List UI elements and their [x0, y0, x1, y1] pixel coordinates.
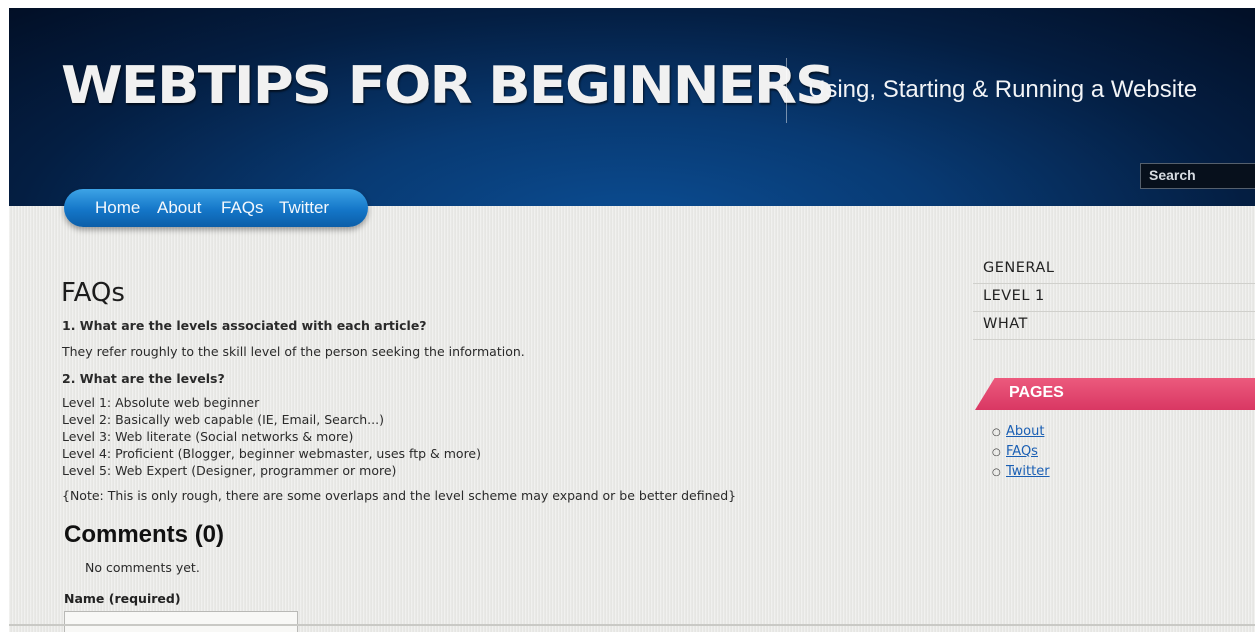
page-bottom-border	[9, 624, 1255, 626]
level-item: Level 2: Basically web capable (IE, Emai…	[62, 412, 384, 427]
pages-widget-header: PAGES	[975, 378, 1255, 410]
faq-note: {Note: This is only rough, there are som…	[62, 488, 737, 503]
site-header: WEBTIPS FOR BEGINNERS Using, Starting & …	[9, 8, 1255, 206]
pages-list: ○ About ○ FAQs ○ Twitter	[992, 424, 1050, 484]
faq-question-2: 2. What are the levels?	[62, 371, 225, 386]
no-comments-text: No comments yet.	[85, 560, 200, 575]
pages-widget-title: PAGES	[1009, 384, 1064, 401]
category-item-what[interactable]: WHAT	[973, 312, 1255, 340]
page-link-faqs[interactable]: FAQs	[1006, 444, 1038, 459]
pages-list-item: ○ Twitter	[992, 464, 1050, 484]
circle-bullet-icon: ○	[992, 467, 1001, 478]
nav-item-about[interactable]: About	[157, 198, 201, 218]
category-item-level-1[interactable]: LEVEL 1	[973, 284, 1255, 312]
main-nav: Home About FAQs Twitter	[64, 189, 368, 227]
level-item: Level 5: Web Expert (Designer, programme…	[62, 463, 397, 478]
header-divider	[786, 58, 787, 123]
level-item: Level 1: Absolute web beginner	[62, 395, 260, 410]
level-item: Level 3: Web literate (Social networks &…	[62, 429, 354, 444]
pages-list-item: ○ FAQs	[992, 444, 1050, 464]
page-link-about[interactable]: About	[1006, 424, 1044, 439]
nav-item-faqs[interactable]: FAQs	[221, 198, 264, 218]
page-link-twitter[interactable]: Twitter	[1006, 464, 1050, 479]
name-field-label: Name (required)	[64, 591, 181, 606]
nav-item-twitter[interactable]: Twitter	[279, 198, 329, 218]
pages-list-item: ○ About	[992, 424, 1050, 444]
faq-question-1: 1. What are the levels associated with e…	[62, 318, 427, 333]
sidebar-categories: GENERAL LEVEL 1 WHAT	[973, 256, 1255, 340]
search-input[interactable]: Search	[1140, 163, 1255, 189]
site-logo[interactable]: WEBTIPS FOR BEGINNERS	[61, 56, 835, 116]
level-item: Level 4: Proficient (Blogger, beginner w…	[62, 446, 481, 461]
nav-item-home[interactable]: Home	[95, 198, 140, 218]
faq-answer-1: They refer roughly to the skill level of…	[62, 344, 525, 359]
page-title: FAQs	[61, 278, 125, 308]
comments-heading: Comments (0)	[64, 521, 225, 548]
name-input[interactable]	[64, 611, 298, 632]
circle-bullet-icon: ○	[992, 427, 1001, 438]
site-tagline: Using, Starting & Running a Website	[808, 76, 1198, 103]
category-item-general[interactable]: GENERAL	[973, 256, 1255, 284]
circle-bullet-icon: ○	[992, 447, 1001, 458]
browser-screen: WEBTIPS FOR BEGINNERS Using, Starting & …	[9, 8, 1255, 632]
